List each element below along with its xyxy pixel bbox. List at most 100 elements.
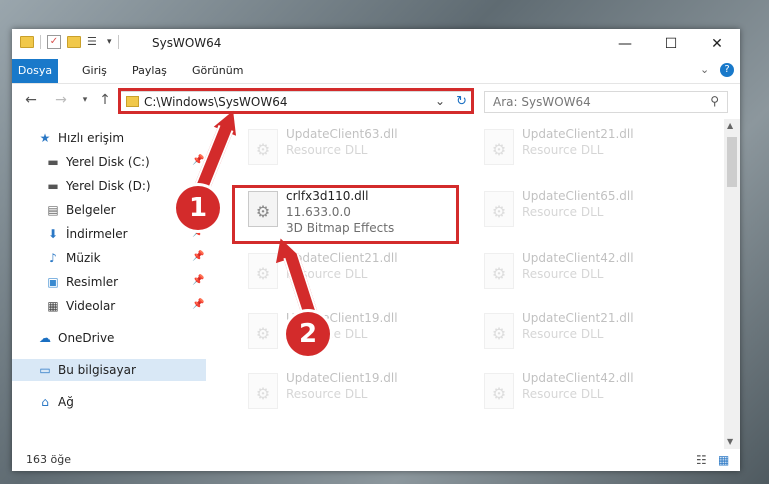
search-input[interactable]: Ara: SysWOW64 ⚲ [484, 91, 728, 113]
sidebar-item-local-disk-d[interactable]: ▬ Yerel Disk (D:) [12, 175, 206, 197]
item-count: 163 öğe [26, 453, 71, 466]
file-type: Resource DLL [522, 387, 604, 401]
sidebar-item-music[interactable]: ♪ Müzik 📌 [12, 247, 206, 269]
minimize-button[interactable]: — [602, 29, 648, 59]
list-item[interactable]: ⚙ UpdateClient42.dll Resource DLL [472, 245, 700, 299]
sidebar-item-label: Müzik [66, 251, 101, 265]
file-type: Resource DLL [522, 267, 604, 281]
back-button[interactable]: ← [22, 91, 40, 109]
music-icon: ♪ [49, 251, 57, 265]
ribbon-tabs: Dosya Giriş Paylaş Görünüm ⌄ ? [12, 59, 740, 84]
sidebar-item-pictures[interactable]: ▣ Resimler 📌 [12, 271, 206, 293]
tab-view[interactable]: Görünüm [182, 59, 253, 83]
file-type: Resource DLL [522, 327, 604, 341]
file-name: UpdateClient21.dll [286, 251, 398, 265]
sidebar-item-onedrive[interactable]: ☁ OneDrive [12, 327, 206, 349]
forward-button[interactable]: → [52, 91, 70, 109]
status-bar: 163 öğe ☷ ▦ [12, 449, 740, 471]
sidebar-item-local-disk-c[interactable]: ▬ Yerel Disk (C:) 📌 [12, 151, 206, 173]
sidebar-item-network[interactable]: ⌂ Ağ [12, 391, 206, 413]
help-icon[interactable]: ? [720, 63, 734, 77]
new-folder-icon[interactable] [67, 36, 81, 48]
file-name: UpdateClient21.dll [522, 127, 634, 141]
list-item[interactable]: ⚙ UpdateClient19.dll Resource DLL [236, 365, 464, 419]
file-type: Resource DLL [286, 143, 368, 157]
file-name: UpdateClient65.dll [522, 189, 634, 203]
list-item[interactable]: ⚙ UpdateClient65.dll Resource DLL [472, 183, 700, 237]
sidebar-item-quick-access[interactable]: ★ Hızlı erişim [12, 127, 206, 149]
download-icon: ⬇ [47, 227, 59, 241]
search-icon: ⚲ [710, 94, 719, 108]
scroll-down-icon[interactable]: ▼ [727, 437, 733, 446]
drive-icon: ▬ [47, 155, 59, 169]
address-bar-highlight [118, 88, 474, 114]
list-item[interactable]: ⚙ UpdateClient21.dll Resource DLL [236, 245, 464, 299]
sidebar-item-label: Yerel Disk (D:) [66, 179, 151, 193]
file-type: Resource DLL [286, 387, 368, 401]
scroll-up-icon[interactable]: ▲ [727, 121, 733, 130]
star-icon: ★ [39, 131, 51, 145]
network-icon: ⌂ [41, 395, 49, 409]
computer-icon: ▭ [39, 363, 51, 377]
tiles-view-icon[interactable]: ▦ [718, 453, 729, 467]
sidebar-item-label: Videolar [66, 299, 116, 313]
pin-icon[interactable]: 📌 [192, 275, 204, 286]
step-badge-2: 2 [286, 312, 330, 356]
dll-file-icon: ⚙ [484, 191, 514, 227]
sidebar-item-downloads[interactable]: ⬇ İndirmeler 📌 [12, 223, 206, 245]
sidebar-item-label: Hızlı erişim [58, 131, 125, 145]
file-name: UpdateClient19.dll [286, 371, 398, 385]
sidebar-item-label: Resimler [66, 275, 119, 289]
scrollbar-thumb[interactable] [727, 137, 737, 187]
divider [117, 35, 119, 49]
dll-file-icon: ⚙ [484, 373, 514, 409]
file-name: UpdateClient21.dll [522, 311, 634, 325]
file-name: UpdateClient63.dll [286, 127, 398, 141]
up-button[interactable]: ↑ [96, 91, 114, 109]
file-type: Resource DLL [522, 205, 604, 219]
navigation-pane: ★ Hızlı erişim ▬ Yerel Disk (C:) 📌 ▬ Yer… [12, 119, 206, 449]
sidebar-item-label: Belgeler [66, 203, 116, 217]
sidebar-item-this-pc[interactable]: ▭ Bu bilgisayar [12, 359, 206, 381]
dll-file-icon: ⚙ [484, 253, 514, 289]
sidebar-item-label: Bu bilgisayar [58, 363, 136, 377]
sidebar-item-videos[interactable]: ▦ Videolar 📌 [12, 295, 206, 317]
recent-locations-icon[interactable]: ▾ [76, 91, 94, 109]
sidebar-item-label: Yerel Disk (C:) [66, 155, 150, 169]
drive-icon: ▬ [47, 179, 59, 193]
window-title: SysWOW64 [152, 36, 222, 50]
dll-file-icon: ⚙ [248, 129, 278, 165]
list-item[interactable]: ⚙ UpdateClient42.dll Resource DLL [472, 365, 700, 419]
details-view-icon[interactable]: ☷ [696, 453, 707, 467]
cloud-icon: ☁ [39, 331, 51, 345]
view-options-icon[interactable]: ☰ [87, 35, 101, 49]
title-bar: ✓ ☰ ▾ SysWOW64 — ☐ ✕ [12, 29, 740, 59]
sidebar-item-label: Ağ [58, 395, 74, 409]
maximize-button[interactable]: ☐ [648, 29, 694, 59]
tab-home[interactable]: Giriş [72, 59, 117, 83]
file-name: UpdateClient42.dll [522, 371, 634, 385]
tab-share[interactable]: Paylaş [122, 59, 177, 83]
close-button[interactable]: ✕ [694, 29, 740, 59]
ribbon-expand-icon[interactable]: ⌄ [700, 63, 709, 76]
pin-icon[interactable]: 📌 [192, 251, 204, 262]
step-badge-1: 1 [176, 186, 220, 230]
file-type: Resource DLL [522, 143, 604, 157]
chevron-down-icon[interactable]: ▾ [107, 37, 112, 47]
document-icon: ▤ [47, 203, 59, 217]
dll-file-icon: ⚙ [484, 313, 514, 349]
video-icon: ▦ [47, 299, 59, 313]
list-item[interactable]: ⚙ UpdateClient19.dll Resource DLL [236, 305, 464, 359]
list-item[interactable]: ⚙ UpdateClient21.dll Resource DLL [472, 121, 700, 175]
pin-icon[interactable]: 📌 [192, 299, 204, 310]
dll-file-icon: ⚙ [484, 129, 514, 165]
tab-file[interactable]: Dosya [12, 59, 58, 83]
properties-icon[interactable]: ✓ [47, 35, 61, 49]
list-item[interactable]: ⚙ UpdateClient63.dll Resource DLL [236, 121, 464, 175]
folder-icon [20, 36, 34, 48]
pictures-icon: ▣ [47, 275, 59, 289]
file-name: UpdateClient42.dll [522, 251, 634, 265]
list-item[interactable]: ⚙ UpdateClient21.dll Resource DLL [472, 305, 700, 359]
divider [40, 35, 41, 49]
vertical-scrollbar[interactable]: ▲ ▼ [724, 119, 740, 449]
